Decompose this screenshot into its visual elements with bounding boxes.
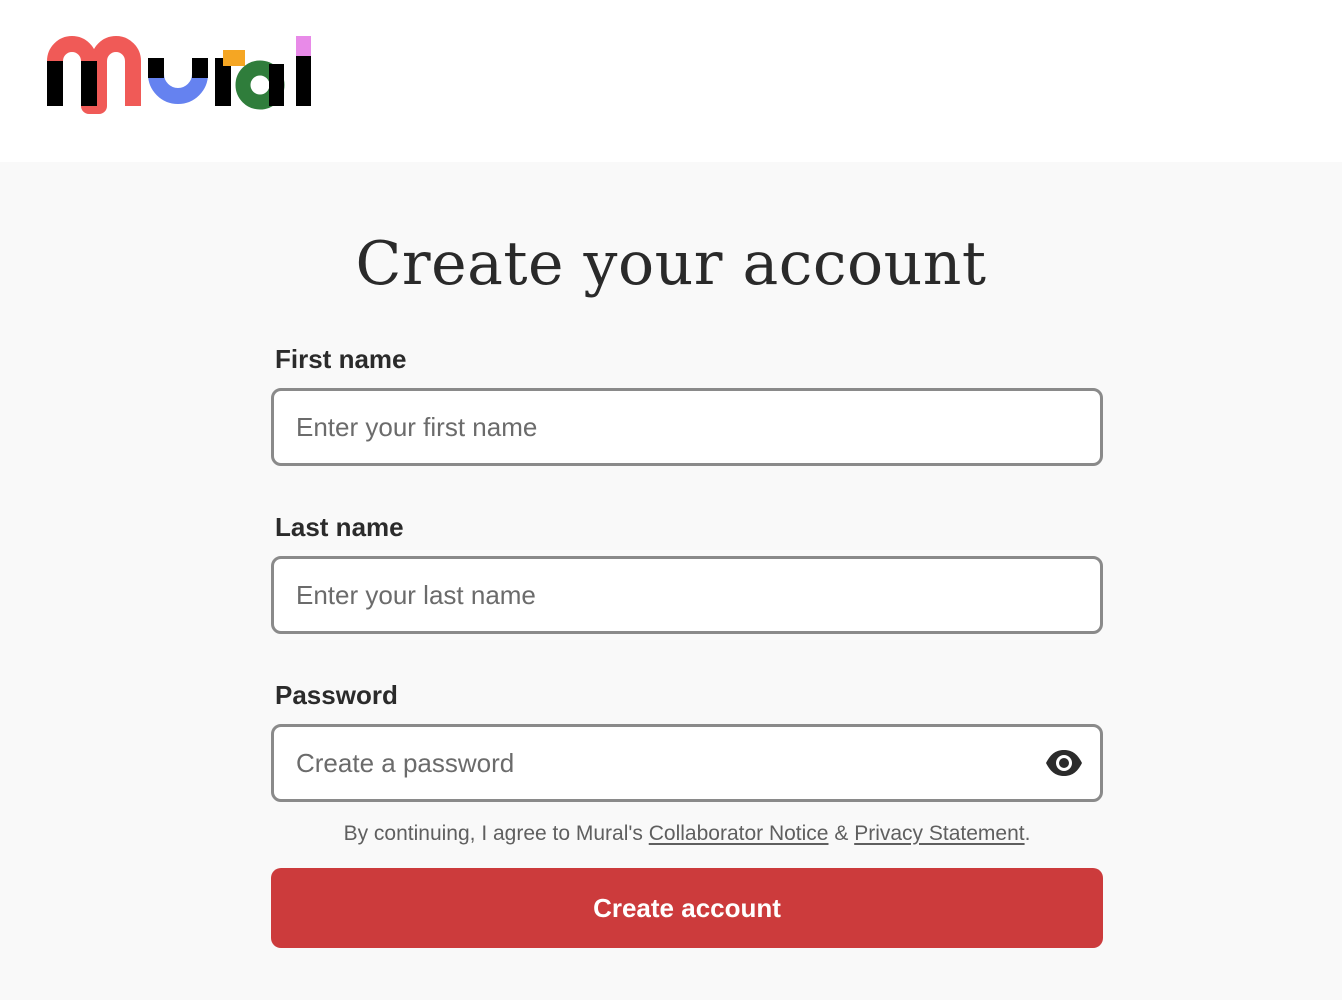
mural-logo[interactable] — [46, 34, 316, 114]
page-title: Create your account — [355, 229, 987, 299]
consent-separator: & — [828, 822, 855, 845]
eye-icon — [1046, 750, 1082, 776]
collaborator-notice-link[interactable]: Collaborator Notice — [649, 822, 829, 845]
show-password-toggle[interactable] — [1044, 746, 1084, 780]
last-name-label: Last name — [275, 512, 404, 542]
first-name-label: First name — [275, 344, 407, 374]
signup-form-area: Create your account First name Last name… — [0, 162, 1342, 1000]
consent-text: By continuing, I agree to Mural's Collab… — [0, 822, 1342, 846]
mural-logo-icon — [47, 36, 311, 114]
last-name-field-box — [271, 556, 1103, 634]
header — [0, 0, 1342, 162]
consent-prefix: By continuing, I agree to Mural's — [343, 822, 649, 845]
password-label: Password — [275, 680, 398, 710]
privacy-statement-link[interactable]: Privacy Statement — [854, 822, 1024, 845]
password-field-box — [271, 724, 1103, 802]
create-account-button[interactable]: Create account — [271, 868, 1103, 948]
first-name-field-box — [271, 388, 1103, 466]
first-name-input[interactable] — [274, 391, 1100, 463]
consent-suffix: . — [1024, 822, 1031, 845]
password-input[interactable] — [274, 727, 1100, 799]
last-name-input[interactable] — [274, 559, 1100, 631]
